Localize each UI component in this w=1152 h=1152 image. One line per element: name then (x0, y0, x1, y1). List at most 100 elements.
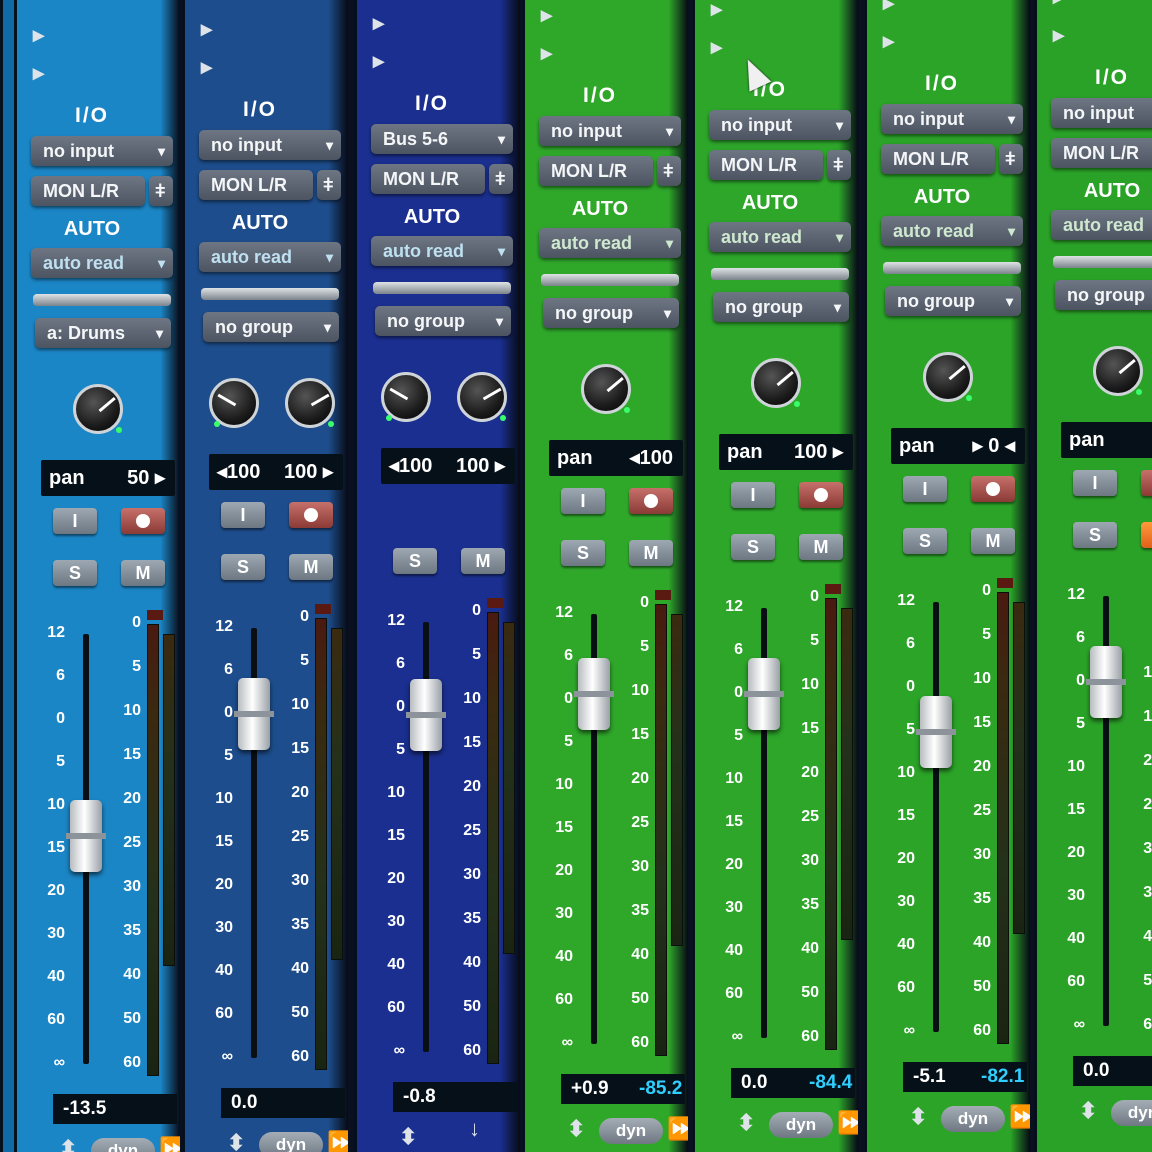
output-link-icon[interactable]: ǂ (657, 156, 681, 186)
input-selector[interactable]: Bus 5-6 ▾ (371, 124, 513, 154)
output-selector[interactable]: MON L/R (539, 156, 653, 186)
forward-icon[interactable]: ⏩ (837, 1110, 858, 1136)
dynamics-button[interactable]: dyn (259, 1132, 323, 1152)
solo-button[interactable]: S (1073, 522, 1117, 548)
dynamics-button[interactable]: dyn (1111, 1100, 1152, 1126)
solo-button[interactable]: S (53, 560, 97, 586)
mute-button[interactable]: M (461, 548, 505, 574)
send-slot-arrow-icon[interactable]: ▸ (541, 40, 561, 65)
group-selector[interactable]: no group▾ (375, 306, 511, 336)
insert-slot-arrow-icon[interactable]: ▸ (883, 0, 903, 15)
output-selector[interactable]: MON L/R (1051, 138, 1152, 168)
forward-icon[interactable]: ⏩ (667, 1116, 688, 1142)
solo-button[interactable]: S (731, 534, 775, 560)
pan-knob[interactable] (73, 384, 123, 434)
input-monitor-button[interactable]: I (561, 488, 605, 514)
record-arm-button[interactable] (629, 488, 673, 514)
insert-slot-arrow-icon[interactable]: ▸ (1053, 0, 1073, 9)
group-selector[interactable]: no group▾ (543, 298, 679, 328)
input-selector[interactable]: no input▾ (539, 116, 681, 146)
solo-button[interactable]: S (561, 540, 605, 566)
record-arm-button[interactable] (1141, 470, 1152, 496)
pan-knob[interactable] (581, 364, 631, 414)
record-arm-button[interactable] (289, 502, 333, 528)
automation-mode-selector[interactable]: auto read▾ (371, 236, 513, 266)
automation-mode-selector[interactable]: auto read▾ (881, 216, 1023, 246)
pan-knob[interactable] (285, 378, 335, 428)
input-selector[interactable]: no input▾ (1051, 98, 1152, 128)
folder-toggle-icon[interactable]: ⬍ (399, 1124, 419, 1150)
output-selector[interactable]: MON L/R (31, 176, 145, 206)
down-arrow-icon[interactable]: ↓ (469, 1116, 489, 1146)
automation-mode-selector[interactable]: auto read▾ (709, 222, 851, 252)
group-selector[interactable]: no group▾ (203, 312, 339, 342)
volume-fader[interactable] (574, 657, 614, 730)
folder-toggle-icon[interactable]: ⬍ (567, 1116, 587, 1142)
pan-knob[interactable] (209, 378, 259, 428)
group-selector[interactable]: a: Drums ▾ (35, 318, 171, 348)
folder-toggle-icon[interactable]: ⬍ (909, 1104, 929, 1130)
output-selector[interactable]: MON L/R (709, 150, 823, 180)
send-slot-arrow-icon[interactable]: ▸ (1053, 22, 1073, 47)
output-selector[interactable]: MON L/R (199, 170, 313, 200)
volume-fader[interactable] (66, 800, 106, 873)
forward-icon[interactable]: ⏩ (1009, 1104, 1030, 1130)
automation-mode-selector[interactable]: auto read▾ (1051, 210, 1152, 240)
insert-slot-arrow-icon[interactable]: ▸ (711, 0, 731, 21)
input-monitor-button[interactable]: I (1073, 470, 1117, 496)
solo-button[interactable]: S (393, 548, 437, 574)
dynamics-button[interactable]: dyn (599, 1118, 663, 1144)
folder-toggle-icon[interactable]: ⬍ (227, 1130, 247, 1152)
folder-toggle-icon[interactable]: ⬍ (1079, 1098, 1099, 1124)
output-link-icon[interactable]: ǂ (999, 144, 1023, 174)
dynamics-button[interactable]: dyn (769, 1112, 833, 1138)
dynamics-button[interactable]: dyn (91, 1138, 155, 1152)
mute-button[interactable]: M (1141, 522, 1152, 548)
input-monitor-button[interactable]: I (221, 502, 265, 528)
insert-slot-arrow-icon[interactable]: ▸ (201, 16, 221, 41)
input-monitor-button[interactable]: I (53, 508, 97, 534)
record-arm-button[interactable] (121, 508, 165, 534)
send-slot-arrow-icon[interactable]: ▸ (711, 34, 731, 59)
automation-mode-selector[interactable]: auto read▾ (31, 248, 173, 278)
mute-button[interactable]: M (799, 534, 843, 560)
input-selector[interactable]: no input▾ (31, 136, 173, 166)
forward-icon[interactable]: ⏩ (159, 1136, 180, 1152)
send-slot-arrow-icon[interactable]: ▸ (33, 60, 53, 85)
input-monitor-button[interactable]: I (731, 482, 775, 508)
folder-toggle-icon[interactable]: ⬍ (737, 1110, 757, 1136)
record-arm-button[interactable] (971, 476, 1015, 502)
send-slot-arrow-icon[interactable]: ▸ (201, 54, 221, 79)
send-slot-arrow-icon[interactable]: ▸ (883, 28, 903, 53)
input-monitor-button[interactable]: I (903, 476, 947, 502)
insert-slot-arrow-icon[interactable]: ▸ (541, 2, 561, 27)
group-selector[interactable]: no group▾ (885, 286, 1021, 316)
input-selector[interactable]: no input▾ (709, 110, 851, 140)
pan-knob[interactable] (923, 352, 973, 402)
volume-fader[interactable] (916, 695, 956, 768)
pan-knob[interactable] (751, 358, 801, 408)
forward-icon[interactable]: ⏩ (327, 1130, 348, 1152)
mute-button[interactable]: M (121, 560, 165, 586)
solo-button[interactable]: S (221, 554, 265, 580)
group-selector[interactable]: no group▾ (713, 292, 849, 322)
volume-fader[interactable] (234, 678, 274, 750)
input-selector[interactable]: no input▾ (199, 130, 341, 160)
pan-knob[interactable] (1093, 346, 1143, 396)
volume-fader[interactable] (406, 678, 446, 751)
volume-fader[interactable] (744, 658, 784, 730)
mute-button[interactable]: M (289, 554, 333, 580)
send-slot-arrow-icon[interactable]: ▸ (373, 48, 393, 73)
volume-fader[interactable] (1086, 646, 1126, 718)
output-selector[interactable]: MON L/R (371, 164, 485, 194)
output-link-icon[interactable]: ǂ (827, 150, 851, 180)
dynamics-button[interactable]: dyn (941, 1106, 1005, 1132)
insert-slot-arrow-icon[interactable]: ▸ (33, 22, 53, 47)
solo-button[interactable]: S (903, 528, 947, 554)
record-arm-button[interactable] (799, 482, 843, 508)
mute-button[interactable]: M (629, 540, 673, 566)
output-selector[interactable]: MON L/R (881, 144, 995, 174)
group-selector[interactable]: no group▾ (1055, 280, 1152, 310)
automation-mode-selector[interactable]: auto read▾ (539, 228, 681, 258)
folder-toggle-icon[interactable]: ⬍ (59, 1136, 79, 1152)
